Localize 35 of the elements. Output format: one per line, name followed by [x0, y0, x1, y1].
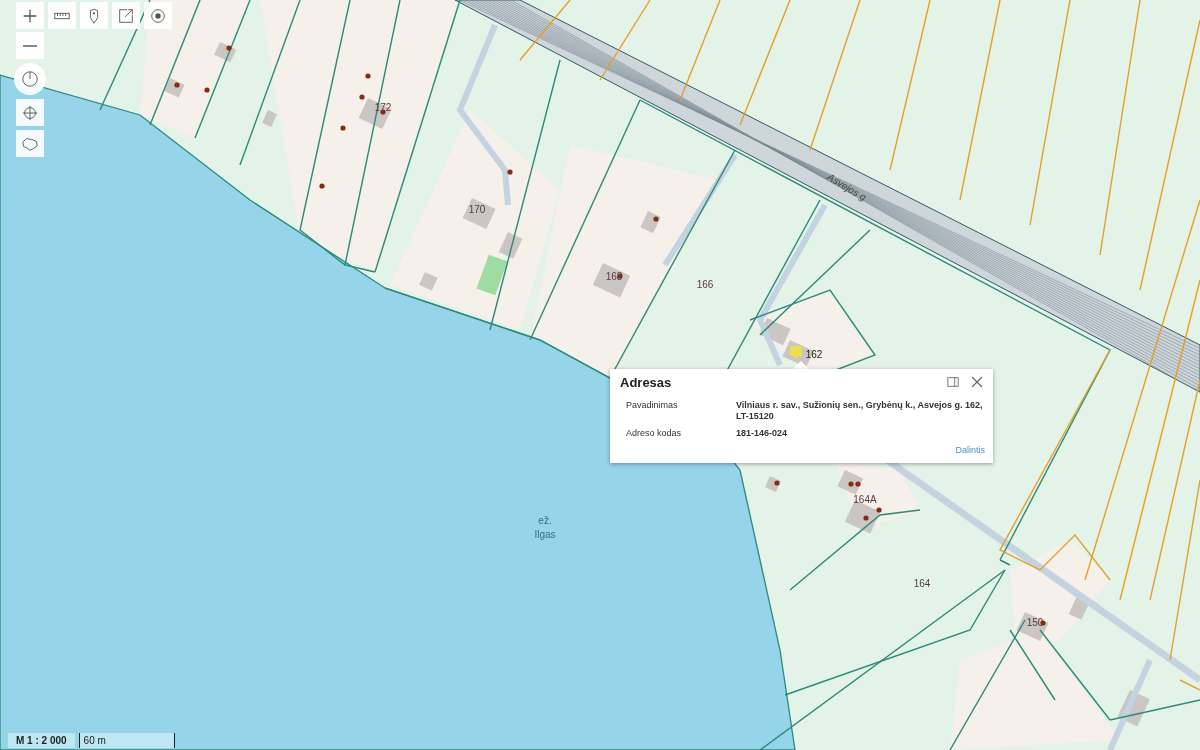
popup-title: Adresas [620, 375, 673, 390]
map-label: 168 [605, 271, 623, 282]
share-link[interactable]: Dalintis [955, 445, 985, 455]
pin-button[interactable] [80, 2, 108, 29]
crosshair-button[interactable] [16, 99, 44, 126]
close-button[interactable] [971, 375, 985, 390]
zoom-in-button[interactable] [16, 2, 44, 29]
scale-bar: 60 m [78, 733, 175, 748]
map-label: 164A [853, 494, 877, 505]
country-view-button[interactable] [16, 130, 44, 157]
dock-button[interactable] [947, 375, 961, 390]
map-label: 164 [913, 578, 931, 589]
scale-ratio: M 1 : 2 000 [8, 733, 75, 748]
export-icon [117, 6, 135, 25]
crosshair-icon [21, 103, 39, 122]
map-label: Ilgas [534, 529, 556, 540]
map-label: ež. [538, 515, 552, 526]
map-label: 150 [1026, 617, 1044, 628]
minus-icon [22, 44, 38, 47]
field-label: Adreso kodas [626, 428, 683, 439]
locate-button[interactable] [144, 2, 172, 29]
export-button[interactable] [112, 2, 140, 29]
map-label: 166 [696, 279, 714, 290]
location-marker-icon [789, 345, 803, 361]
target-icon [149, 6, 167, 25]
dock-icon [947, 375, 959, 388]
zoom-out-button[interactable] [16, 32, 44, 59]
close-icon [971, 375, 983, 388]
field-value: 181-146-024 [736, 428, 789, 439]
map-label: 170 [468, 204, 486, 215]
field-label: Pavadinimas [626, 400, 679, 412]
map-label: 162 [805, 349, 823, 360]
measure-button[interactable] [48, 2, 76, 29]
compass-icon [21, 70, 39, 88]
field-value: Vilniaus r. sav., Sužionių sen., Grybėnų k., Asvejos g. 162, LT-15120 [736, 400, 984, 422]
